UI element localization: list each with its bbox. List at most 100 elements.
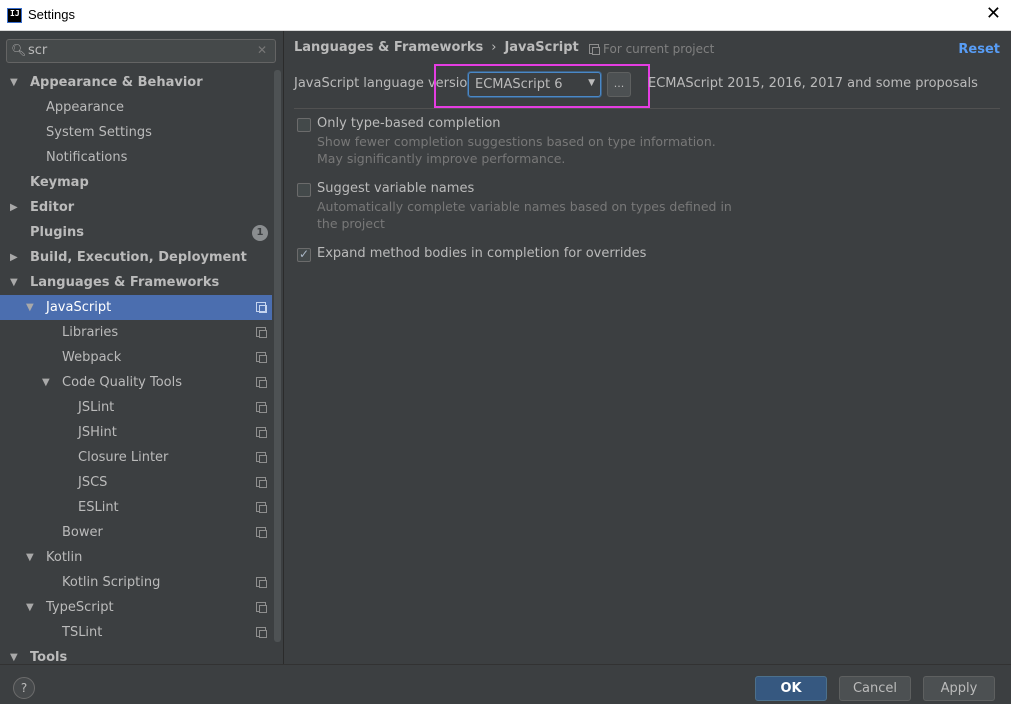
sidebar-item-jscs[interactable]: JSCS [0, 470, 272, 495]
project-scope-icon [256, 527, 267, 538]
ok-button[interactable]: OK [755, 676, 827, 701]
sidebar-item-label: Libraries [62, 325, 119, 340]
expand-arrow-icon[interactable]: ▼ [26, 545, 38, 570]
search-icon: 🔍︎ [11, 43, 27, 57]
sidebar-item-appearance-behavior[interactable]: ▼ Appearance & Behavior [0, 70, 272, 95]
sidebar-item-code-quality-tools[interactable]: ▼ Code Quality Tools [0, 370, 272, 395]
dialog-footer: ? OK Cancel Apply [0, 664, 1011, 704]
suggest-variable-names-label[interactable]: Suggest variable names [317, 181, 474, 196]
project-scope-icon [256, 627, 267, 638]
project-scope-note: For current project [589, 42, 714, 56]
sidebar-scrollbar[interactable] [274, 70, 281, 642]
close-icon[interactable]: ✕ [986, 5, 1001, 23]
sidebar-item-eslint[interactable]: ESLint [0, 495, 272, 520]
sidebar-item-label: Kotlin [46, 550, 83, 565]
sidebar-item-keymap[interactable]: Keymap [0, 170, 272, 195]
clear-search-icon[interactable]: ✕ [257, 43, 267, 57]
collapse-arrow-icon[interactable]: ▶ [10, 245, 22, 270]
sidebar-item-libraries[interactable]: Libraries [0, 320, 272, 345]
expand-method-bodies-checkbox[interactable] [297, 247, 311, 262]
update-count-badge: 1 [252, 225, 268, 241]
settings-search-input[interactable]: 🔍︎ scr ✕ [6, 39, 276, 63]
sidebar-item-jshint[interactable]: JSHint [0, 420, 272, 445]
sidebar-item-label: Appearance [46, 100, 125, 115]
sidebar-item-tslint[interactable]: TSLint [0, 620, 272, 645]
sidebar-item-kotlin-scripting[interactable]: Kotlin Scripting [0, 570, 272, 595]
sidebar-item-languages-frameworks[interactable]: ▼ Languages & Frameworks [0, 270, 272, 295]
help-icon[interactable]: ? [13, 677, 35, 699]
type-based-completion-checkbox[interactable] [297, 118, 311, 132]
expand-arrow-icon[interactable]: ▼ [10, 70, 22, 95]
sidebar-item-label: JavaScript [46, 300, 112, 315]
sidebar-item-notifications[interactable]: Notifications [0, 145, 272, 170]
collapse-arrow-icon[interactable]: ▶ [10, 195, 22, 220]
search-query[interactable]: scr [28, 43, 47, 58]
sidebar-item-label: Webpack [62, 350, 122, 365]
settings-content: Languages & Frameworks › JavaScript For cu… [285, 31, 1011, 664]
sidebar-item-tools[interactable]: ▼ Tools [0, 645, 272, 664]
divider [294, 108, 1000, 109]
settings-sidebar: 🔍︎ scr ✕ ▼ Appearance & Behavior Appearanc… [0, 31, 284, 664]
sidebar-item-label: System Settings [46, 125, 152, 140]
apply-button[interactable]: Apply [923, 676, 995, 701]
project-scope-icon [256, 377, 267, 388]
language-version-description: ECMAScript 2015, 2016, 2017 and some pro… [648, 76, 978, 91]
breadcrumb: Languages & Frameworks › JavaScript [294, 40, 579, 55]
project-scope-icon [256, 577, 267, 588]
sidebar-item-label: ESLint [78, 500, 119, 515]
project-scope-icon [256, 352, 267, 363]
suggest-variable-names-checkbox[interactable] [297, 183, 311, 197]
sidebar-item-label: Code Quality Tools [62, 375, 183, 390]
reset-link[interactable]: Reset [958, 42, 1000, 57]
sidebar-item-jslint[interactable]: JSLint [0, 395, 272, 420]
project-scope-icon [256, 452, 267, 463]
sidebar-item-build-execution-deployment[interactable]: ▶ Build, Execution, Deployment [0, 245, 272, 270]
type-based-completion-hint: Show fewer completion suggestions based … [317, 134, 716, 166]
sidebar-item-label: JSLint [78, 400, 115, 415]
annotation-highlight-box [434, 64, 650, 108]
sidebar-item-label: Bower [62, 525, 103, 540]
expand-arrow-icon[interactable]: ▼ [42, 370, 54, 395]
sidebar-item-label: TypeScript [46, 600, 114, 615]
sidebar-item-appearance[interactable]: Appearance [0, 95, 272, 120]
expand-method-bodies-label[interactable]: Expand method bodies in completion for o… [317, 246, 646, 261]
sidebar-item-bower[interactable]: Bower [0, 520, 272, 545]
project-scope-icon [256, 327, 267, 338]
title-bar: IJ Settings ✕ [0, 0, 1011, 31]
breadcrumb-parent[interactable]: Languages & Frameworks [294, 40, 483, 55]
sidebar-item-label: Appearance & Behavior [30, 75, 203, 90]
settings-tree: ▼ Appearance & Behavior Appearance System S… [0, 70, 272, 664]
sidebar-item-typescript[interactable]: ▼ TypeScript [0, 595, 272, 620]
expand-arrow-icon[interactable]: ▼ [10, 270, 22, 295]
sidebar-item-editor[interactable]: ▶ Editor [0, 195, 272, 220]
sidebar-item-label: Notifications [46, 150, 128, 165]
sidebar-item-label: Editor [30, 200, 75, 215]
sidebar-item-label: Tools [30, 650, 68, 664]
sidebar-item-label: Plugins [30, 225, 84, 240]
sidebar-item-label: Build, Execution, Deployment [30, 250, 247, 265]
sidebar-item-webpack[interactable]: Webpack [0, 345, 272, 370]
sidebar-item-closure-linter[interactable]: Closure Linter [0, 445, 272, 470]
project-scope-icon [256, 502, 267, 513]
window-title: Settings [28, 7, 75, 22]
sidebar-item-kotlin[interactable]: ▼ Kotlin [0, 545, 272, 570]
sidebar-item-javascript[interactable]: ▼ JavaScript [0, 295, 272, 320]
sidebar-item-label: TSLint [62, 625, 103, 640]
cancel-button[interactable]: Cancel [839, 676, 911, 701]
sidebar-item-label: Closure Linter [78, 450, 169, 465]
type-based-completion-label[interactable]: Only type-based completion [317, 116, 501, 131]
sidebar-item-plugins[interactable]: Plugins 1 [0, 220, 272, 245]
expand-arrow-icon[interactable]: ▼ [10, 645, 22, 664]
sidebar-item-label: Kotlin Scripting [62, 575, 161, 590]
expand-arrow-icon[interactable]: ▼ [26, 595, 38, 620]
project-scope-icon [256, 602, 267, 613]
sidebar-item-system-settings[interactable]: System Settings [0, 120, 272, 145]
breadcrumb-current: JavaScript [504, 40, 579, 55]
for-current-project-label: For current project [603, 42, 715, 56]
sidebar-item-label: JSCS [78, 475, 108, 490]
intellij-app-icon: IJ [7, 8, 22, 23]
sidebar-item-label: JSHint [78, 425, 117, 440]
project-scope-icon [589, 44, 600, 55]
breadcrumb-separator: › [491, 40, 497, 55]
expand-arrow-icon[interactable]: ▼ [26, 295, 38, 320]
